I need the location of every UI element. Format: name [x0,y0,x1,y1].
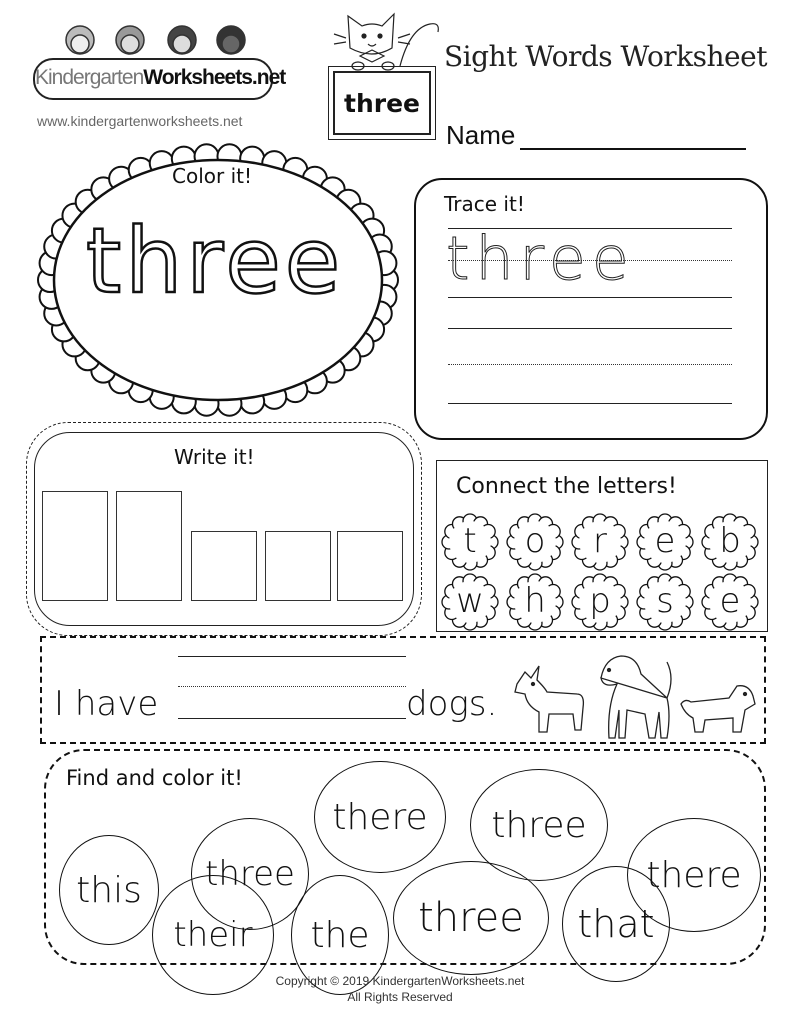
word-oval[interactable]: there [314,761,446,873]
write-it-label: Write it! [174,445,255,469]
flower-letter[interactable]: o [506,513,564,569]
flower-letter[interactable]: h [506,573,564,629]
trace-word[interactable]: three [446,222,635,296]
flower-letter[interactable]: t [441,513,499,569]
rights-text: All Rights Reserved [347,990,453,1004]
trace-it-box [414,178,768,440]
name-field[interactable] [520,148,746,150]
flower-letter[interactable]: p [571,573,629,629]
sentence-line-mid [178,686,406,687]
letter-box-4[interactable] [265,531,331,601]
site-url: www.kindergartenworksheets.net [37,113,243,129]
color-it-label: Color it! [172,164,252,188]
letter-box-3[interactable] [191,531,257,601]
trace-line-base [448,297,732,298]
word-oval[interactable]: this [59,835,159,945]
letter-box-5[interactable] [337,531,403,601]
sentence-line-top [178,656,406,657]
logo-text-part2: Worksheets.net [143,66,286,89]
logo-banner: KindergartenWorksheets.net [33,58,286,100]
logo-text-part1: Kindergarten [35,66,144,89]
write-line-mid [448,364,732,365]
letter-box-2[interactable] [116,491,182,601]
kids-illustration-icon [65,25,246,55]
word-oval[interactable]: that [562,866,670,982]
write-line-base[interactable] [448,403,732,404]
flower-letter[interactable]: w [441,573,499,629]
cat-icon [333,12,439,71]
find-and-color-label: Find and color it! [66,766,243,790]
trace-it-label: Trace it! [444,192,525,216]
name-label: Name [446,120,516,150]
write-line-top [448,328,732,329]
copyright-text: Copyright © 2019 KindergartenWorksheets.… [275,974,525,988]
letter-box-1[interactable] [42,491,108,601]
sentence-suffix: dogs. [406,684,498,724]
word-oval[interactable]: three [393,861,549,975]
connect-letters-label: Connect the letters! [456,474,677,499]
flower-letter[interactable]: r [571,513,629,569]
dogs-illustration-icon [514,655,756,739]
color-it-word[interactable]: three [85,210,344,313]
sight-word-card: three [328,66,436,140]
flower-letter[interactable]: b [701,513,759,569]
flower-letter[interactable]: s [636,573,694,629]
page-title: Sight Words Worksheet [444,40,767,73]
flower-letter[interactable]: e [701,573,759,629]
flower-letter[interactable]: e [636,513,694,569]
sight-word: three [333,71,431,135]
sentence-prefix: I have [54,684,159,724]
sentence-answer-line[interactable] [178,718,406,719]
